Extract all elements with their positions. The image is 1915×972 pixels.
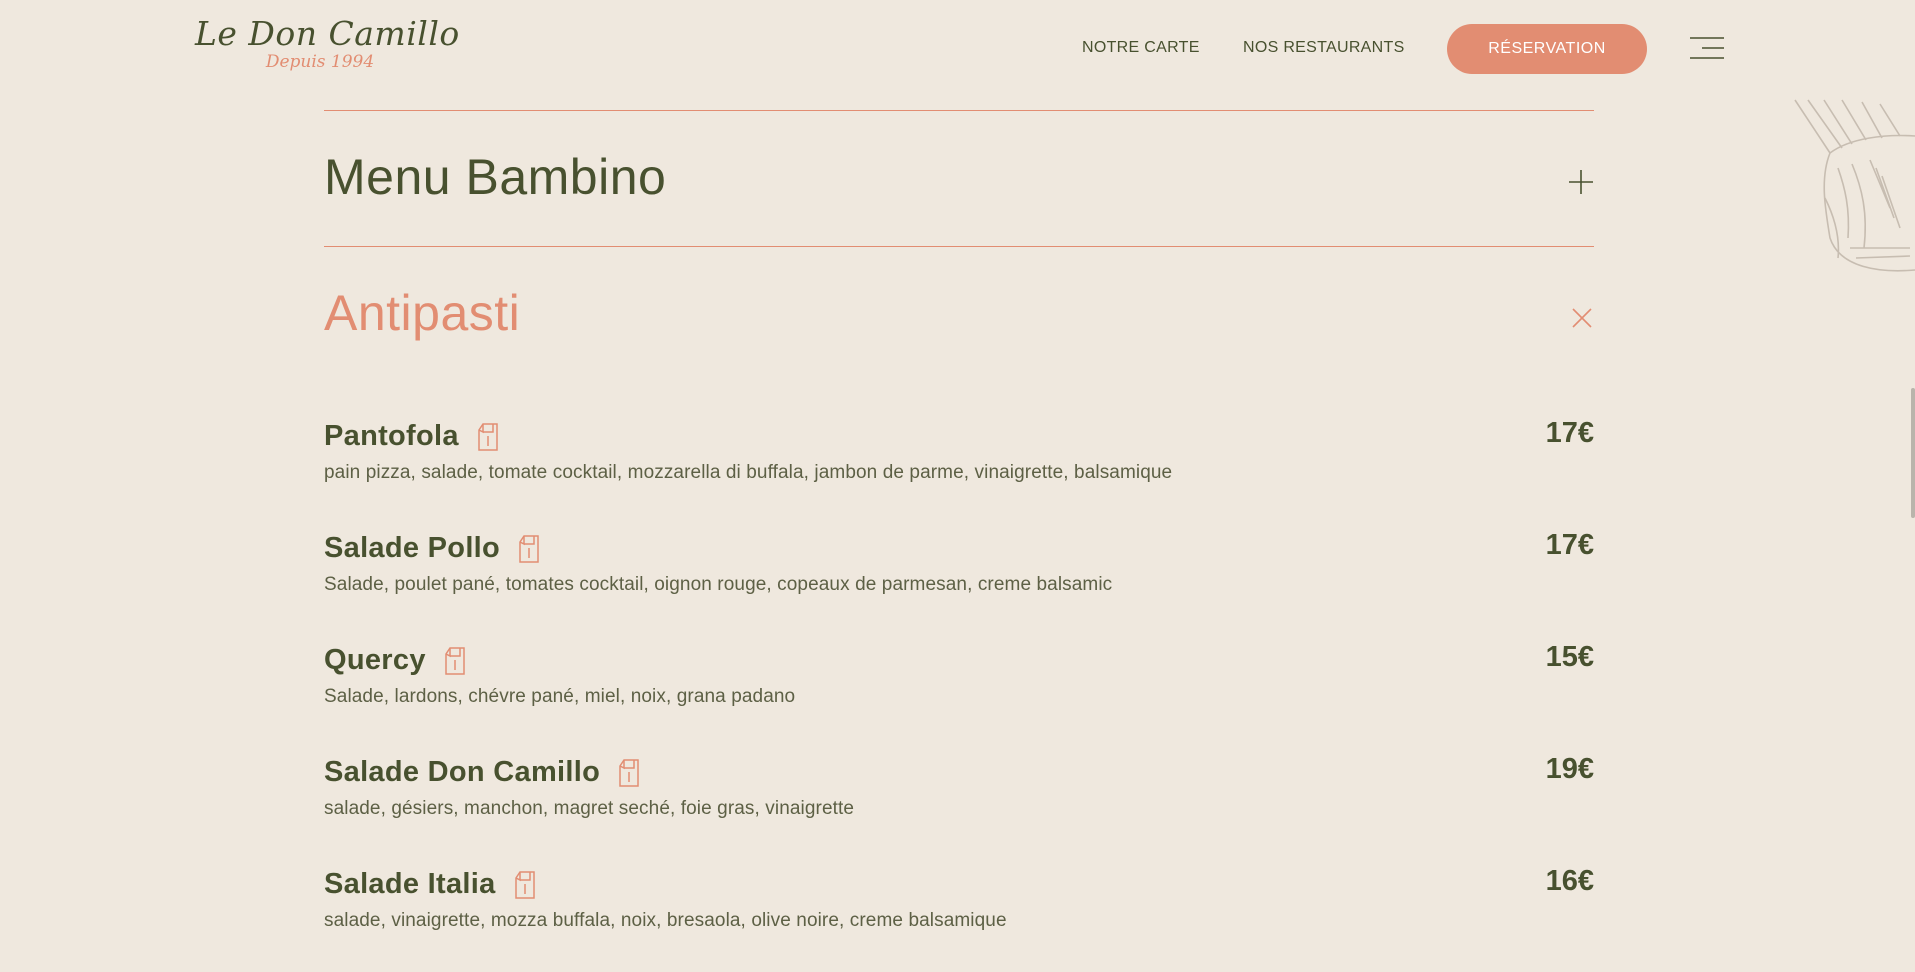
takeaway-bag-icon [512, 870, 538, 900]
menu-item: Pantofola pain pizza, salade, tomate coc… [324, 412, 1594, 524]
menu-item-price: 17€ [1545, 417, 1594, 449]
hamburger-icon[interactable] [1690, 36, 1726, 62]
menu-item-description: pain pizza, salade, tomate cocktail, moz… [324, 462, 1173, 483]
menu-item-name: Salade Italia [324, 868, 496, 900]
reservation-button[interactable]: RÉSERVATION [1447, 24, 1647, 74]
menu-item-price: 15€ [1545, 641, 1594, 673]
accordion-title-antipasti[interactable]: Antipasti [324, 283, 520, 343]
section-divider [324, 246, 1594, 247]
reservation-button-label: RÉSERVATION [1488, 40, 1606, 57]
decorative-sketch-illustration [1790, 98, 1915, 278]
menu-item-description: salade, vinaigrette, mozza buffala, noix… [324, 910, 1007, 931]
section-divider [324, 110, 1594, 111]
menu-item-description: Salade, poulet pané, tomates cocktail, o… [324, 574, 1113, 595]
close-icon[interactable] [1568, 304, 1596, 332]
takeaway-bag-icon [616, 758, 642, 788]
nav-nos-restaurants[interactable]: NOS RESTAURANTS [1243, 38, 1405, 58]
site-header: Le Don Camillo Depuis 1994 NOTRE CARTE N… [0, 0, 1915, 98]
menu-item-description: Salade, lardons, chévre pané, miel, noix… [324, 686, 796, 707]
menu-item: Salade Don Camillo salade, gésiers, manc… [324, 748, 1594, 860]
menu-item-description: salade, gésiers, manchon, magret seché, … [324, 798, 855, 819]
accordion-title-menu-bambino[interactable]: Menu Bambino [324, 147, 666, 207]
menu-item-name: Pantofola [324, 420, 459, 452]
takeaway-bag-icon [442, 646, 468, 676]
menu-item: Salade Pollo Salade, poulet pané, tomate… [324, 524, 1594, 636]
menu-item-list: Pantofola pain pizza, salade, tomate coc… [324, 412, 1594, 972]
logo[interactable]: Le Don Camillo Depuis 1994 [195, 14, 460, 72]
menu-item: Quercy Salade, lardons, chévre pané, mie… [324, 636, 1594, 748]
plus-icon[interactable] [1567, 168, 1595, 196]
takeaway-bag-icon [516, 534, 542, 564]
menu-item-name: Salade Pollo [324, 532, 501, 564]
logo-title: Le Don Camillo [195, 14, 460, 53]
logo-subtitle: Depuis 1994 [265, 52, 375, 72]
menu-item-name: Quercy [324, 644, 426, 676]
scrollbar-thumb[interactable] [1911, 388, 1915, 518]
takeaway-bag-icon [475, 422, 501, 452]
menu-item-price: 17€ [1545, 529, 1594, 561]
menu-item-name: Salade Don Camillo [324, 756, 601, 788]
menu-item: Salade Italia salade, vinaigrette, mozza… [324, 860, 1594, 972]
menu-item-price: 19€ [1545, 753, 1594, 785]
menu-item-price: 16€ [1545, 865, 1594, 897]
nav-notre-carte[interactable]: NOTRE CARTE [1082, 38, 1200, 58]
